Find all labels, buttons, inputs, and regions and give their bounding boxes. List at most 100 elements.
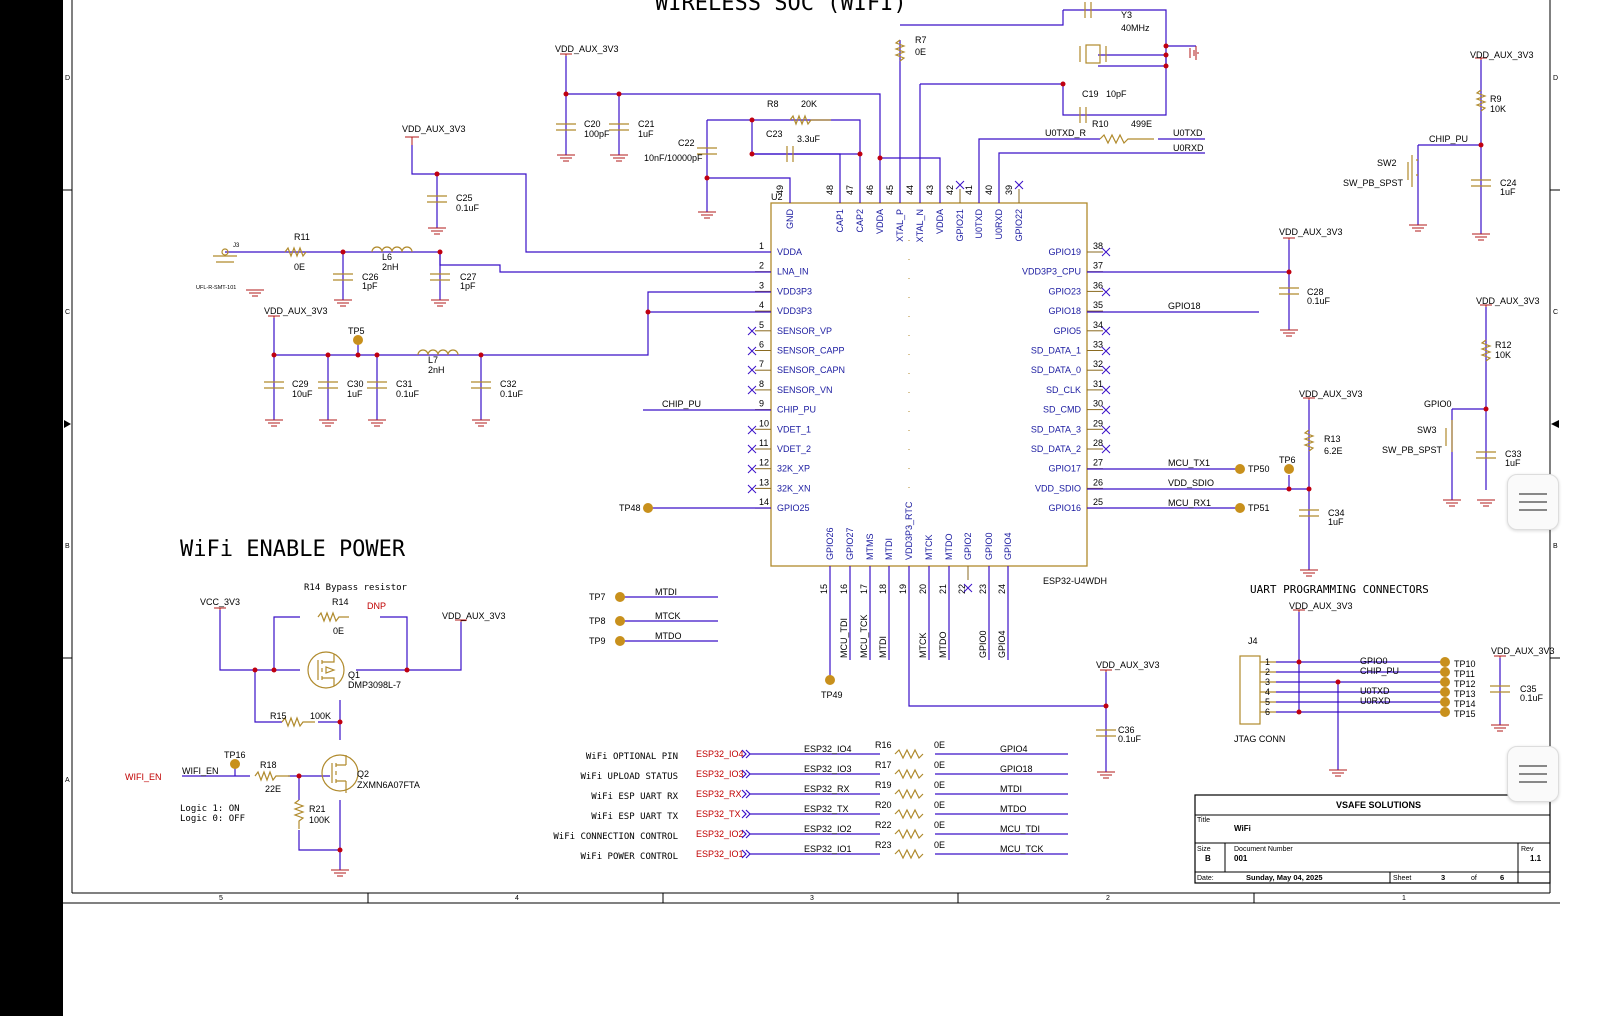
r9-ref: R9 [1490,94,1502,104]
c21-val: 1uF [638,129,654,139]
u2-pin-name: GPIO18 [1048,306,1081,316]
u2-pin-num: 34 [1093,320,1103,330]
u2-pin-num: 40 [984,185,994,195]
u2-pin-num: 46 [865,185,875,195]
l6-ref: L6 [382,252,392,262]
schematic-sheet: D C B A D C B A 5 4 3 2 1 WIRELESS SOC (… [0,0,1560,1016]
r18-val: 22E [265,784,281,794]
u2-pin-name: GPIO5 [1053,326,1081,336]
zone-row-c-r: C [1553,309,1558,316]
u2-pin-num: 42 [945,185,955,195]
zone-col-5: 5 [219,895,223,902]
l7-val: 2nH [428,365,445,375]
u2-pin-name: U0RXD [994,209,1004,240]
ground-icon [1280,329,1298,337]
net-wifi-en: WIFI_EN [182,766,219,776]
series-row-ref: R17 [875,760,892,770]
c26-val: 1pF [362,281,378,291]
zone-arrow-left-icon [64,420,71,428]
ground-icon [428,227,446,235]
c29-val: 10uF [292,389,313,399]
c36-val: 0.1uF [1118,734,1142,744]
bypass-note: R14 Bypass resistor [304,583,408,593]
no-connect-icon [747,346,757,356]
u2-pin-name: GPIO4 [1003,532,1013,560]
u2-bottom-net: MTDI [878,636,888,658]
side-menu-button-2[interactable] [1507,746,1559,802]
r13-val: 6.2E [1324,446,1343,456]
series-row-net-out: MTDO [1000,804,1027,814]
u2-bottom-net: GPIO0 [978,630,988,658]
zone-col-3: 3 [810,895,814,902]
u2-pin-num: 49 [775,185,785,195]
q1-val: DMP3098L-7 [348,680,401,690]
border-zone-labels: D C B A D C B A 5 4 3 2 1 [65,75,1558,902]
series-row-net-out: MCU_TCK [1000,844,1044,854]
net-vcc: VCC_3V3 [200,597,240,607]
y3-ref: Y3 [1121,10,1132,20]
c22-val: 10nF/10000pF [644,153,703,163]
u2-pin-name: VDDA [875,209,885,234]
side-menu-button-1[interactable] [1507,474,1559,530]
c31-ref: C31 [396,379,413,389]
ground-icon [698,211,716,219]
tb-rev-label: Rev [1521,846,1534,853]
ground-icon [1491,724,1509,732]
u2-pin-num: 41 [964,185,974,195]
q2-val: ZXMN6A07FTA [357,780,420,790]
ground-icon [1097,771,1115,779]
series-row-port: ESP32_IO4 [696,749,744,759]
no-connect-icon [1101,365,1111,375]
zone-col-4: 4 [515,895,519,902]
ground-icon [334,299,352,307]
port-arrow-icon [741,809,751,819]
c23-val: 3.3uF [797,134,821,144]
ground-icon [246,289,264,297]
zone-row-d-r: D [1553,75,1558,82]
net-vdd-aux-9: VDD_AUX_3V3 [1096,660,1160,670]
menu-icon-bar [1519,781,1547,783]
section-title-uart: UART PROGRAMMING CONNECTORS [1250,583,1429,596]
c30-ref: C30 [347,379,364,389]
zone-row-d: D [65,75,70,82]
tb-company: VSAFE SOLUTIONS [1336,800,1421,810]
r21-val: 100K [309,815,330,825]
series-row-net-out: MCU_TDI [1000,824,1040,834]
sw2-ref: SW2 [1377,158,1397,168]
zone-row-a: A [65,777,70,784]
r15-val: 100K [310,711,331,721]
jtag-tp-label: TP11 [1454,669,1475,679]
u2-pin-name: GPIO27 [845,527,855,560]
jtag-tp-label: TP15 [1454,709,1476,719]
ground-icon [557,154,575,162]
sw3-ref: SW3 [1417,425,1437,435]
net-vdd-aux-6: VDD_AUX_3V3 [1476,296,1540,306]
u2-pin-name: SD_CMD [1043,405,1082,415]
u2-pin-name: SD_DATA_3 [1031,424,1081,434]
sw2-val: SW_PB_SPST [1343,178,1404,188]
u2-pin-num: 27 [1093,458,1103,468]
net-vdd-sdio: VDD_SDIO [1168,478,1214,488]
no-connect-icon [1101,425,1111,435]
u2-pin-name: SD_DATA_2 [1031,444,1081,454]
jtag-tp-label: TP14 [1454,699,1476,709]
series-row-val: 0E [934,760,945,770]
tb-docnum: 001 [1234,854,1248,863]
j4-val: JTAG CONN [1234,734,1285,744]
u2-pin-num: 16 [839,584,849,594]
c20-val: 100pF [584,129,610,139]
u2-pin-num: 38 [1093,241,1103,251]
u2-pin-num: 13 [759,477,769,487]
no-connect-icon [1101,385,1111,395]
u2-pin-name: VDD3P3_RTC [904,501,914,560]
tb-title-label: Title [1197,817,1210,824]
series-row-port: ESP32_IO1 [696,849,744,859]
c22-ref: C22 [678,138,695,148]
r18-ref: R18 [260,760,277,770]
c25-ref: C25 [456,193,473,203]
u2-pin-num: 29 [1093,418,1103,428]
jtag-net-label: U0RXD [1360,696,1391,706]
no-connect-icon [1101,326,1111,336]
no-connect-icon [747,425,757,435]
u2-pin-num: 45 [885,185,895,195]
